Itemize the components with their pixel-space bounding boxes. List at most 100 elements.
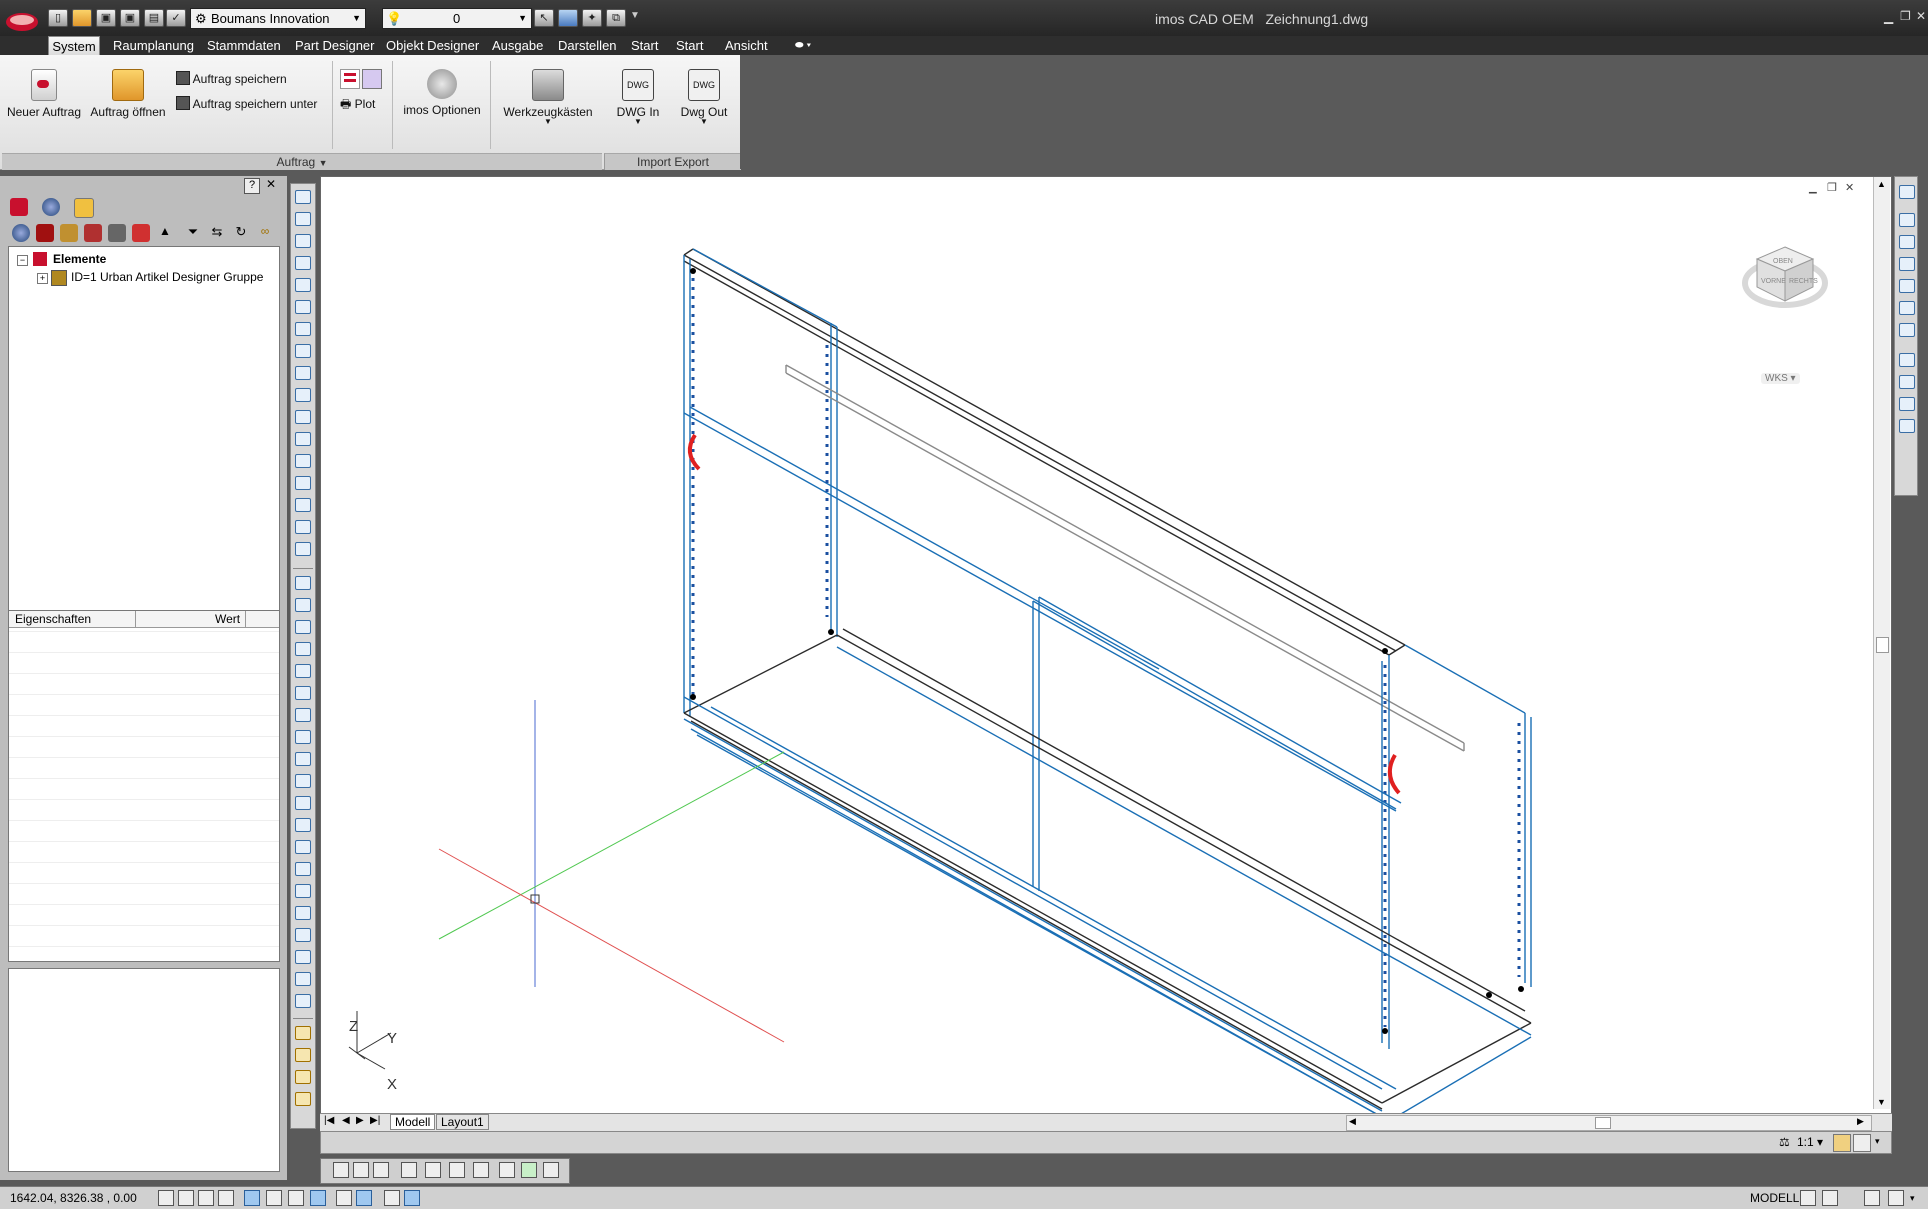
move-icon[interactable] bbox=[295, 300, 311, 314]
snap-icon[interactable] bbox=[158, 1190, 174, 1206]
prev-tab-icon[interactable]: ◀ bbox=[342, 1115, 350, 1126]
lwt-icon[interactable] bbox=[336, 1190, 352, 1206]
scroll-down-icon[interactable]: ▼ bbox=[1877, 1097, 1886, 1107]
viewcube-right[interactable]: RECHTS bbox=[1789, 278, 1818, 285]
save-as-icon[interactable]: ▣ bbox=[120, 9, 140, 27]
page-setup-icon[interactable] bbox=[362, 69, 382, 89]
coordinate-display[interactable]: 1642.04, 8326.38 , 0.00 bbox=[10, 1189, 137, 1207]
otrack-icon[interactable] bbox=[266, 1190, 282, 1206]
layer-select[interactable]: 💡 0 ▼ bbox=[382, 8, 532, 29]
drawing-canvas[interactable]: ▁ ❐ ✕ Z Y X OBEN VORNE RECHTS WKS ▾ ▲ ▼ bbox=[320, 176, 1892, 1122]
tpy-icon[interactable] bbox=[384, 1190, 400, 1206]
workspace-gear-icon[interactable] bbox=[1864, 1190, 1880, 1206]
view-bottom-icon[interactable] bbox=[1899, 235, 1915, 249]
ribbon-minimize-icon[interactable]: ⬬ ▾ bbox=[795, 36, 811, 55]
tree-expander[interactable]: + bbox=[37, 273, 48, 284]
ducs-icon[interactable] bbox=[288, 1190, 304, 1206]
xline-icon[interactable] bbox=[295, 598, 311, 612]
scale-icon[interactable] bbox=[295, 344, 311, 358]
make-block-icon[interactable] bbox=[295, 840, 311, 854]
chamfer-icon[interactable] bbox=[295, 498, 311, 512]
workspace-select[interactable]: ⚙ Boumans Innovation ▼ bbox=[190, 8, 366, 29]
view-back-icon[interactable] bbox=[1899, 323, 1915, 337]
imos-tool-3-icon[interactable] bbox=[295, 1070, 311, 1084]
tab-darstellen[interactable]: Darstellen bbox=[558, 36, 617, 55]
new-order-button[interactable]: Neuer Auftrag bbox=[6, 69, 82, 119]
stretch-icon[interactable] bbox=[295, 366, 311, 380]
save-order-button[interactable]: Auftrag speichern bbox=[176, 71, 287, 86]
tab-raumplanung[interactable]: Raumplanung bbox=[113, 36, 194, 55]
tab-objekt-designer[interactable]: Objekt Designer bbox=[386, 36, 479, 55]
tool-d-icon[interactable] bbox=[473, 1162, 489, 1178]
copy-icon[interactable] bbox=[295, 212, 311, 226]
layer-prev-icon[interactable]: ⧉ bbox=[606, 9, 626, 27]
annotation-visibility-icon[interactable] bbox=[1833, 1134, 1851, 1152]
iso-sw-icon[interactable] bbox=[1899, 353, 1915, 367]
view-top-icon[interactable] bbox=[1899, 213, 1915, 227]
region-icon[interactable] bbox=[295, 928, 311, 942]
palette-close-button[interactable]: ✕ bbox=[264, 178, 278, 192]
pencil-icon[interactable] bbox=[499, 1162, 515, 1178]
break-point-icon[interactable] bbox=[295, 454, 311, 468]
new-file-icon[interactable]: ▯ bbox=[48, 9, 68, 27]
gradient-icon[interactable] bbox=[295, 906, 311, 920]
match-layer-icon[interactable]: ↖ bbox=[534, 9, 554, 27]
s-tool-icon[interactable] bbox=[543, 1162, 559, 1178]
wcs-menu[interactable]: WKS ▾ bbox=[1761, 373, 1800, 384]
tab-layout1[interactable]: Layout1 bbox=[436, 1114, 489, 1130]
hscroll-thumb[interactable] bbox=[1595, 1117, 1611, 1129]
arc-icon[interactable] bbox=[295, 686, 311, 700]
trim-icon[interactable] bbox=[295, 388, 311, 402]
tool-c-icon[interactable] bbox=[449, 1162, 465, 1178]
tab-part-designer[interactable]: Part Designer bbox=[295, 36, 374, 55]
annotation-scale-icon[interactable]: ⚖ bbox=[1779, 1135, 1790, 1149]
lock-icon[interactable] bbox=[1888, 1190, 1904, 1206]
save-icon[interactable]: ▣ bbox=[96, 9, 116, 27]
line-icon[interactable] bbox=[295, 576, 311, 590]
insert-block-icon[interactable] bbox=[295, 818, 311, 832]
point-icon[interactable] bbox=[295, 862, 311, 876]
viewcube[interactable]: OBEN VORNE RECHTS bbox=[1735, 241, 1835, 347]
tab-ausgabe[interactable]: Ausgabe bbox=[492, 36, 543, 55]
triangle-icon[interactable]: ▲ bbox=[156, 224, 174, 242]
add-icon[interactable] bbox=[521, 1162, 537, 1178]
fillet-icon[interactable] bbox=[295, 520, 311, 534]
first-tab-icon[interactable]: |◀ bbox=[324, 1115, 334, 1126]
table-icon[interactable] bbox=[295, 950, 311, 964]
red-tool-icon[interactable] bbox=[132, 224, 150, 242]
tab-ansicht[interactable]: Ansicht bbox=[725, 36, 768, 55]
revcloud-icon[interactable] bbox=[295, 730, 311, 744]
save-order-as-button[interactable]: Auftrag speichern unter bbox=[176, 96, 317, 111]
polyline-icon[interactable] bbox=[295, 620, 311, 634]
ellipse-icon[interactable] bbox=[295, 774, 311, 788]
table-nav-icon[interactable] bbox=[333, 1162, 349, 1178]
app-logo-icon[interactable] bbox=[4, 4, 40, 34]
polar-icon[interactable] bbox=[218, 1190, 234, 1206]
view-left-icon[interactable] bbox=[1899, 257, 1915, 271]
zoom-icon[interactable] bbox=[373, 1162, 389, 1178]
dwg-in-button[interactable]: DWG DWG In ▼ bbox=[614, 69, 662, 126]
imos-tool-2-icon[interactable] bbox=[295, 1048, 311, 1062]
tool-b-icon[interactable] bbox=[425, 1162, 441, 1178]
palette-tab-folder-icon[interactable] bbox=[74, 198, 94, 218]
dwg-out-button[interactable]: DWG Dwg Out ▼ bbox=[678, 69, 730, 126]
pencil-icon[interactable] bbox=[295, 190, 311, 204]
minimize-button[interactable]: ▁ bbox=[1884, 10, 1893, 24]
cube-red-icon[interactable] bbox=[36, 224, 54, 242]
text-icon[interactable] bbox=[295, 972, 311, 986]
palette-tab-articles-icon[interactable] bbox=[10, 198, 28, 216]
plot-button[interactable]: 🖶 Plot bbox=[340, 95, 375, 116]
quick-access-dropdown[interactable]: ▼ bbox=[630, 10, 640, 21]
mirror-icon[interactable] bbox=[295, 234, 311, 248]
next-tab-icon[interactable]: ▶ bbox=[356, 1115, 364, 1126]
model-space-button[interactable]: MODELL bbox=[1750, 1189, 1799, 1207]
view-right-icon[interactable] bbox=[1899, 279, 1915, 293]
globe-icon[interactable] bbox=[12, 224, 30, 242]
statusbar-menu-icon[interactable]: ▾ bbox=[1910, 1189, 1915, 1207]
view-front-icon[interactable] bbox=[1899, 301, 1915, 315]
close-button[interactable]: ✕ bbox=[1916, 9, 1926, 23]
vertical-scrollbar[interactable]: ▲ ▼ bbox=[1873, 177, 1890, 1109]
imos-tool-1-icon[interactable] bbox=[295, 1026, 311, 1040]
horizontal-scrollbar[interactable]: ◀ ▶ bbox=[1346, 1115, 1872, 1131]
ortho-icon[interactable] bbox=[198, 1190, 214, 1206]
